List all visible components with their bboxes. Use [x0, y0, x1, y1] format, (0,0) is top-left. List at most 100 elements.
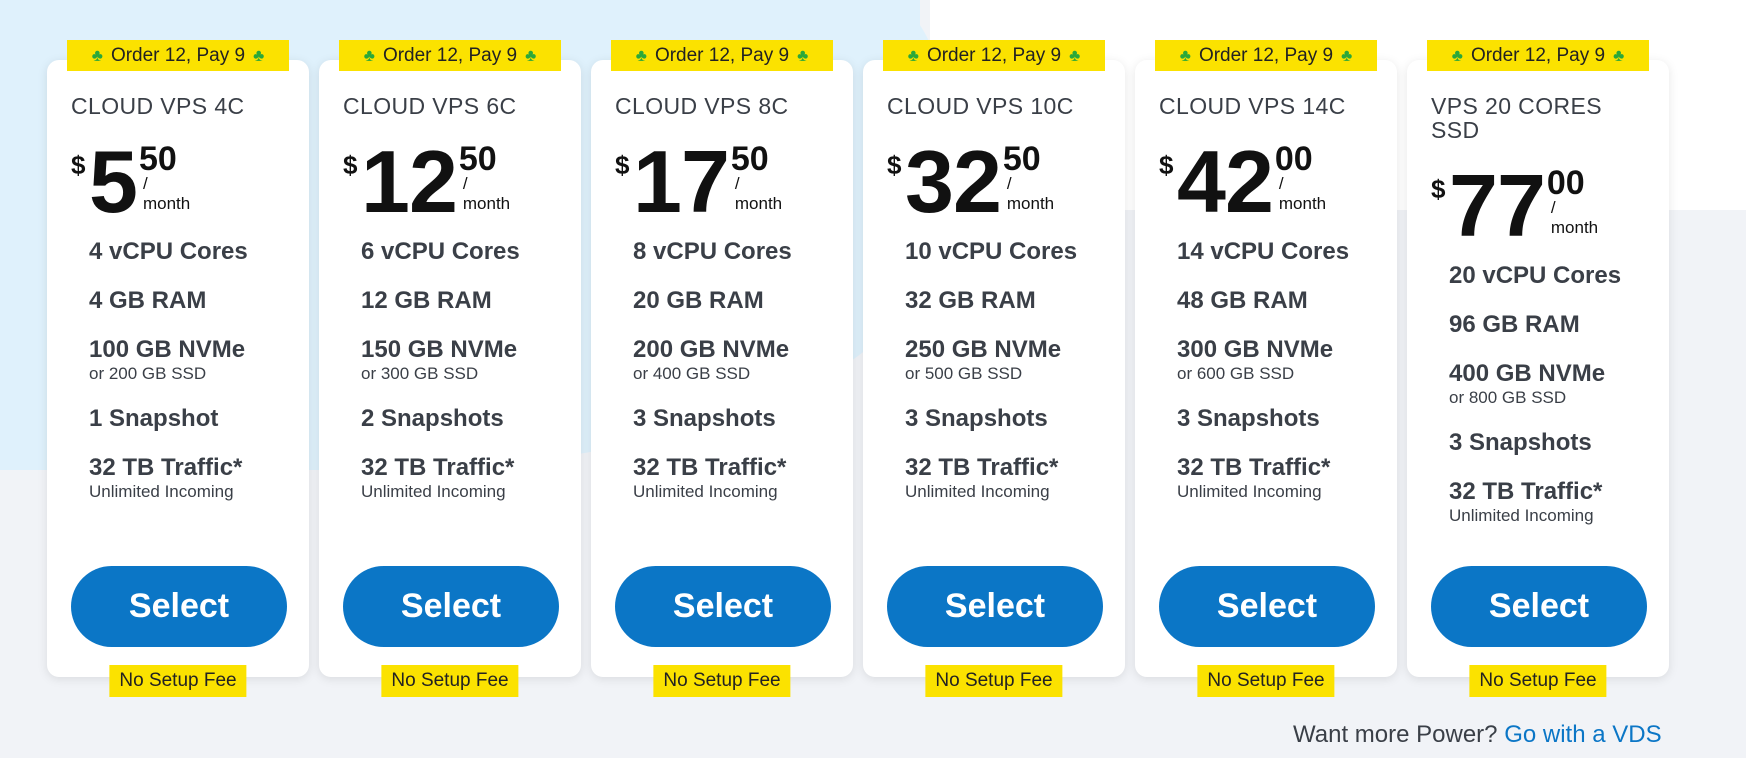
currency-symbol: $: [71, 150, 86, 180]
traffic-note: Unlimited Incoming: [1449, 506, 1594, 525]
clover-icon: ♣: [797, 45, 809, 65]
feature-traffic: 32 TB Traffic* Unlimited Incoming: [1449, 478, 1659, 526]
feature-ram: 32 GB RAM: [905, 287, 1036, 314]
feature-list: 20 vCPU Cores 96 GB RAM 400 GB NVMe or 8…: [1449, 262, 1659, 547]
price-period: / month: [1278, 174, 1327, 213]
plan-name: CLOUD VPS 4C: [71, 93, 245, 119]
feature-cores: 6 vCPU Cores: [361, 238, 520, 265]
select-button[interactable]: Select: [1431, 566, 1647, 647]
price-integer: 77: [1449, 156, 1546, 255]
setup-fee-badge: No Setup Fee: [109, 665, 247, 697]
feature-list: 10 vCPU Cores 32 GB RAM 250 GB NVMe or 5…: [905, 238, 1115, 523]
feature-snapshots: 3 Snapshots: [905, 405, 1048, 432]
feature-snapshots: 3 Snapshots: [1449, 429, 1592, 456]
storage-ssd: or 500 GB SSD: [905, 364, 1023, 383]
storage-nvme: 300 GB NVMe: [1177, 336, 1334, 363]
pricing-card: ♣ Order 12, Pay 9 ♣ CLOUD VPS 14C $ 42 0…: [1135, 40, 1397, 697]
price-integer: 42: [1177, 132, 1274, 231]
price-integer: 5: [89, 132, 138, 231]
price-integer: 32: [905, 132, 1002, 231]
clover-icon: ♣: [1179, 45, 1191, 65]
price-integer: 17: [633, 132, 730, 231]
promo-badge: ♣ Order 12, Pay 9 ♣: [67, 40, 289, 71]
feature-storage: 200 GB NVMe or 400 GB SSD: [633, 336, 843, 384]
feature-cores: 8 vCPU Cores: [633, 238, 792, 265]
pricing-card: ♣ Order 12, Pay 9 ♣ VPS 20 CORES SSD $ 7…: [1407, 40, 1669, 697]
plan-name: CLOUD VPS 6C: [343, 93, 517, 119]
price-integer: 12: [361, 132, 458, 231]
feature-ram: 20 GB RAM: [633, 287, 764, 314]
feature-ram: 4 GB RAM: [89, 287, 207, 314]
traffic-amount: 32 TB Traffic*: [1177, 454, 1331, 481]
clover-icon: ♣: [253, 45, 265, 65]
feature-storage: 250 GB NVMe or 500 GB SSD: [905, 336, 1115, 384]
currency-symbol: $: [887, 150, 902, 180]
feature-traffic: 32 TB Traffic* Unlimited Incoming: [905, 454, 1115, 502]
setup-fee-badge: No Setup Fee: [1469, 665, 1607, 697]
price-period: / month: [734, 174, 783, 213]
feature-ram: 48 GB RAM: [1177, 287, 1308, 314]
select-button[interactable]: Select: [615, 566, 831, 647]
currency-symbol: $: [343, 150, 358, 180]
price-period: / month: [142, 174, 191, 213]
promo-text: Order 12, Pay 9: [654, 44, 790, 66]
pricing-card: ♣ Order 12, Pay 9 ♣ CLOUD VPS 8C $ 17 50…: [591, 40, 853, 697]
storage-ssd: or 300 GB SSD: [361, 364, 479, 383]
traffic-note: Unlimited Incoming: [1177, 482, 1322, 501]
vds-link[interactable]: Go with a VDS: [1504, 721, 1661, 748]
feature-snapshots: 1 Snapshot: [89, 405, 219, 432]
plan-name: CLOUD VPS 10C: [887, 93, 1074, 119]
feature-snapshots: 3 Snapshots: [1177, 405, 1320, 432]
feature-cores: 14 vCPU Cores: [1177, 238, 1350, 265]
clover-icon: ♣: [907, 45, 919, 65]
promo-text: Order 12, Pay 9: [110, 44, 246, 66]
select-button[interactable]: Select: [887, 566, 1103, 647]
setup-fee-badge: No Setup Fee: [381, 665, 519, 697]
traffic-amount: 32 TB Traffic*: [361, 454, 515, 481]
feature-ram: 12 GB RAM: [361, 287, 492, 314]
traffic-note: Unlimited Incoming: [905, 482, 1050, 501]
footer-cta: Want more Power? Go with a VDS: [1293, 721, 1662, 749]
plan-name: VPS 20 CORES SSD: [1431, 93, 1602, 143]
currency-symbol: $: [615, 150, 630, 180]
feature-storage: 100 GB NVMe or 200 GB SSD: [89, 336, 299, 384]
feature-list: 6 vCPU Cores 12 GB RAM 150 GB NVMe or 30…: [361, 238, 571, 523]
currency-symbol: $: [1159, 150, 1174, 180]
price-period: / month: [1550, 198, 1599, 237]
feature-storage: 300 GB NVMe or 600 GB SSD: [1177, 336, 1387, 384]
traffic-note: Unlimited Incoming: [361, 482, 506, 501]
feature-ram: 96 GB RAM: [1449, 311, 1580, 338]
feature-cores: 10 vCPU Cores: [905, 238, 1078, 265]
feature-storage: 150 GB NVMe or 300 GB SSD: [361, 336, 571, 384]
select-button[interactable]: Select: [1159, 566, 1375, 647]
promo-badge: ♣ Order 12, Pay 9 ♣: [883, 40, 1105, 71]
storage-ssd: or 400 GB SSD: [633, 364, 751, 383]
pricing-card: ♣ Order 12, Pay 9 ♣ CLOUD VPS 4C $ 5 50 …: [47, 40, 309, 697]
clover-icon: ♣: [363, 45, 375, 65]
select-button[interactable]: Select: [71, 566, 287, 647]
traffic-amount: 32 TB Traffic*: [633, 454, 787, 481]
clover-icon: ♣: [91, 45, 103, 65]
storage-ssd: or 800 GB SSD: [1449, 388, 1567, 407]
storage-ssd: or 200 GB SSD: [89, 364, 207, 383]
promo-badge: ♣ Order 12, Pay 9 ♣: [1155, 40, 1377, 71]
promo-text: Order 12, Pay 9: [926, 44, 1062, 66]
setup-fee-badge: No Setup Fee: [653, 665, 791, 697]
traffic-amount: 32 TB Traffic*: [1449, 478, 1603, 505]
traffic-note: Unlimited Incoming: [633, 482, 778, 501]
footer-text: Want more Power?: [1293, 721, 1498, 748]
price-period: / month: [462, 174, 511, 213]
select-button[interactable]: Select: [343, 566, 559, 647]
traffic-note: Unlimited Incoming: [89, 482, 234, 501]
storage-nvme: 400 GB NVMe: [1449, 360, 1606, 387]
traffic-amount: 32 TB Traffic*: [89, 454, 243, 481]
feature-traffic: 32 TB Traffic* Unlimited Incoming: [89, 454, 299, 502]
promo-badge: ♣ Order 12, Pay 9 ♣: [339, 40, 561, 71]
promo-text: Order 12, Pay 9: [1198, 44, 1334, 66]
traffic-amount: 32 TB Traffic*: [905, 454, 1059, 481]
feature-list: 14 vCPU Cores 48 GB RAM 300 GB NVMe or 6…: [1177, 238, 1387, 523]
clover-icon: ♣: [635, 45, 647, 65]
feature-cores: 4 vCPU Cores: [89, 238, 248, 265]
setup-fee-badge: No Setup Fee: [925, 665, 1063, 697]
storage-nvme: 150 GB NVMe: [361, 336, 518, 363]
